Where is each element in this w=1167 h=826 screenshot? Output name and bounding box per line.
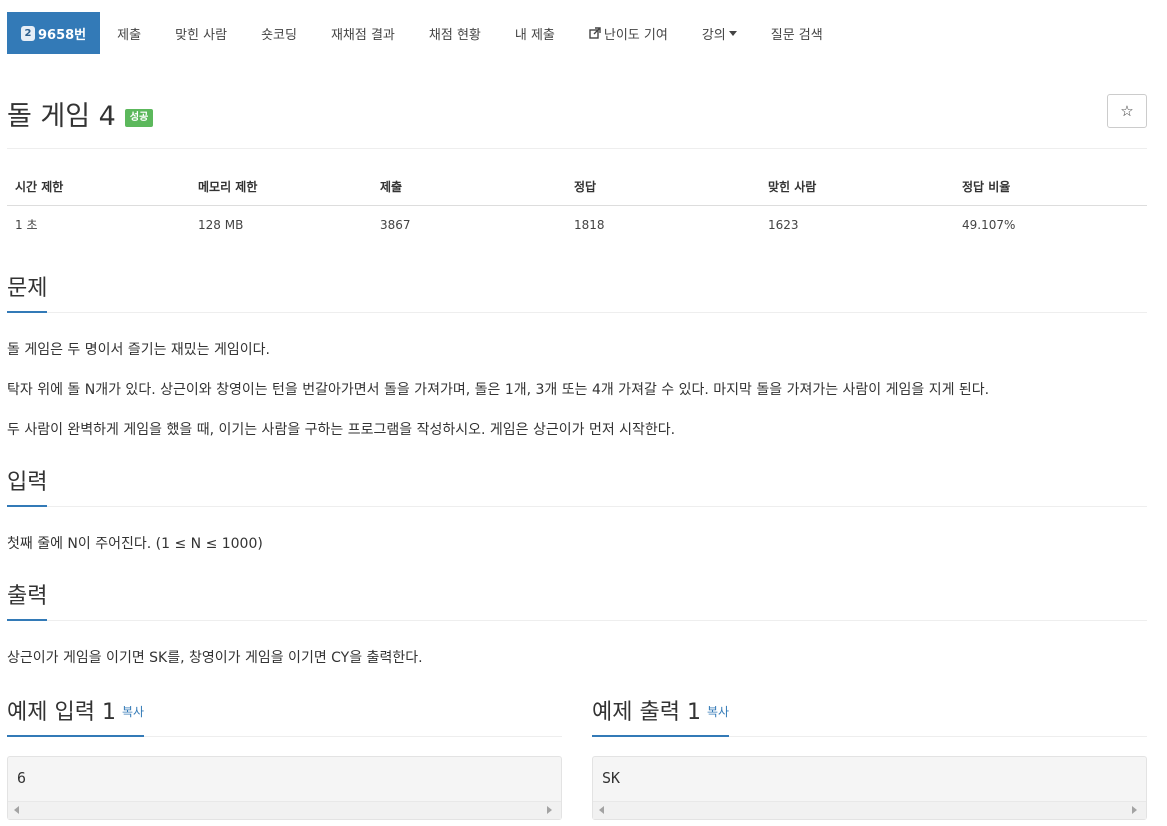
problem-info-table: 시간 제한 메모리 제한 제출 정답 맞힌 사람 정답 비율 1 초 128 M… [7,168,1147,243]
problem-menu: 2 9658번 제출 맞힌 사람 숏코딩 재채점 결과 채점 현황 내 제출 난… [7,12,840,54]
nav-lectures-dropdown[interactable]: 강의 [685,12,754,54]
caret-down-icon [728,30,737,36]
sample-output-title-text: 예제 출력 1 [592,700,701,725]
problem-paragraph: 탁자 위에 돌 N개가 있다. 상근이와 창영이는 턴을 번갈아가면서 돌을 가… [7,382,990,398]
nav-solved-users[interactable]: 맞힌 사람 [158,12,244,54]
input-section-title: 입력 [7,464,48,507]
problem-title: 돌 게임 4 [7,101,116,132]
solved-users-header: 맞힌 사람 [760,168,954,206]
accept-ratio-header: 정답 비율 [954,168,1147,206]
output-section-title: 출력 [7,578,48,621]
difficulty-contribution-label: 난이도 기여 [603,27,668,43]
memory-limit-header: 메모리 제한 [190,168,372,206]
nav-problem-number[interactable]: 2 9658번 [7,12,101,54]
scroll-right-arrow-icon[interactable] [547,806,552,814]
sample-input-header: 예제 입력 1 복사 [7,694,562,737]
problem-number-label: 9658번 [38,27,87,43]
problem-header: 돌 게임 4 성공 ☆ [7,94,1147,133]
favorite-star-button[interactable]: ☆ [1107,94,1147,128]
input-section-header: 입력 [7,464,1147,507]
solved-users-value: 1623 [768,217,799,232]
sample-input-box[interactable]: 6 [7,756,562,820]
sample-input-title-text: 예제 입력 1 [7,700,116,725]
horizontal-scrollbar[interactable] [8,801,561,819]
horizontal-scrollbar[interactable] [593,801,1146,819]
output-section-header: 출력 [7,578,1147,621]
sample-output-box[interactable]: SK [592,756,1147,820]
copy-sample-output-button[interactable]: 복사 [707,705,729,719]
title-divider [7,148,1147,149]
sample-output-value: SK [602,769,621,787]
sample-output-header: 예제 출력 1 복사 [592,694,1147,737]
copy-sample-input-button[interactable]: 복사 [122,705,144,719]
nav-difficulty-contribution[interactable]: 난이도 기여 [572,12,685,54]
problem-section-header: 문제 [7,270,1147,313]
input-description: 첫째 줄에 N이 주어진다. (1 ≤ N ≤ 1000) [7,536,263,552]
scroll-right-arrow-icon[interactable] [1132,806,1137,814]
accept-ratio-value: 49.107% [962,217,1016,232]
problem-paragraph: 두 사람이 완벽하게 게임을 했을 때, 이기는 사람을 구하는 프로그램을 작… [7,422,676,438]
memory-limit-value: 128 MB [198,217,244,232]
nav-question-search[interactable]: 질문 검색 [754,12,840,54]
scroll-left-arrow-icon[interactable] [599,806,604,814]
nav-submit[interactable]: 제출 [100,12,158,54]
nav-rejudge-results[interactable]: 재채점 결과 [314,12,412,54]
info-header-row: 시간 제한 메모리 제한 제출 정답 맞힌 사람 정답 비율 [7,168,1147,206]
star-icon: ☆ [1120,102,1134,120]
output-description: 상근이가 게임을 이기면 SK를, 창영이가 게임을 이기면 CY을 출력한다. [7,650,423,666]
lectures-label: 강의 [701,27,726,43]
problem-section-title: 문제 [7,270,48,313]
time-limit-value: 1 초 [15,218,38,232]
nav-short-coding[interactable]: 숏코딩 [244,12,314,54]
problem-paragraph: 돌 게임은 두 명이서 즐기는 재밌는 게임이다. [7,342,270,358]
accepted-header: 정답 [566,168,760,206]
info-value-row: 1 초 128 MB 3867 1818 1623 49.107% [7,206,1147,244]
accepted-value: 1818 [574,217,605,232]
time-limit-header: 시간 제한 [7,168,190,206]
submissions-value: 3867 [380,217,411,232]
tier-badge-icon: 2 [21,25,35,41]
sample-input-value: 6 [17,769,27,787]
nav-status[interactable]: 채점 현황 [412,12,498,54]
submissions-header: 제출 [372,168,566,206]
sample-input-title: 예제 입력 1 복사 [7,694,145,737]
problem-page: 2 9658번 제출 맞힌 사람 숏코딩 재채점 결과 채점 현황 내 제출 난… [0,0,1167,826]
success-badge: 성공 [124,108,154,127]
scroll-left-arrow-icon[interactable] [14,806,19,814]
sample-output-title: 예제 출력 1 복사 [592,694,730,737]
external-link-icon [589,27,601,39]
nav-my-submissions[interactable]: 내 제출 [498,12,572,54]
